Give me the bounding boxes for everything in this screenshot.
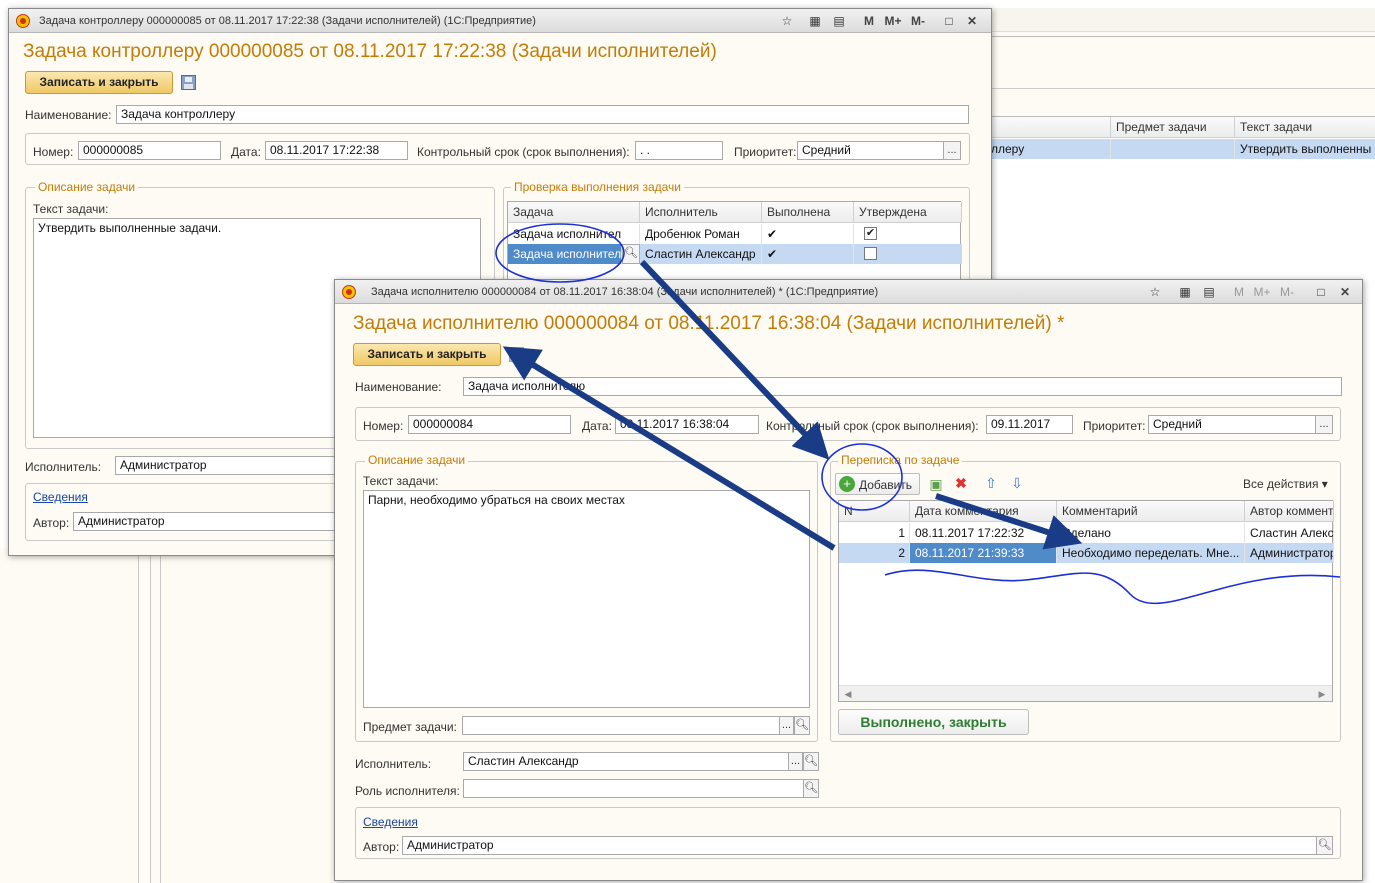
underline-scribble	[884, 569, 1341, 605]
annotation-arrow	[639, 259, 830, 460]
highlight-ellipse	[821, 443, 903, 511]
annotation-arrow	[935, 493, 1083, 550]
annotation-overlay	[495, 223, 1341, 605]
highlight-ellipse	[495, 223, 625, 283]
annotation-arrow	[502, 346, 836, 551]
